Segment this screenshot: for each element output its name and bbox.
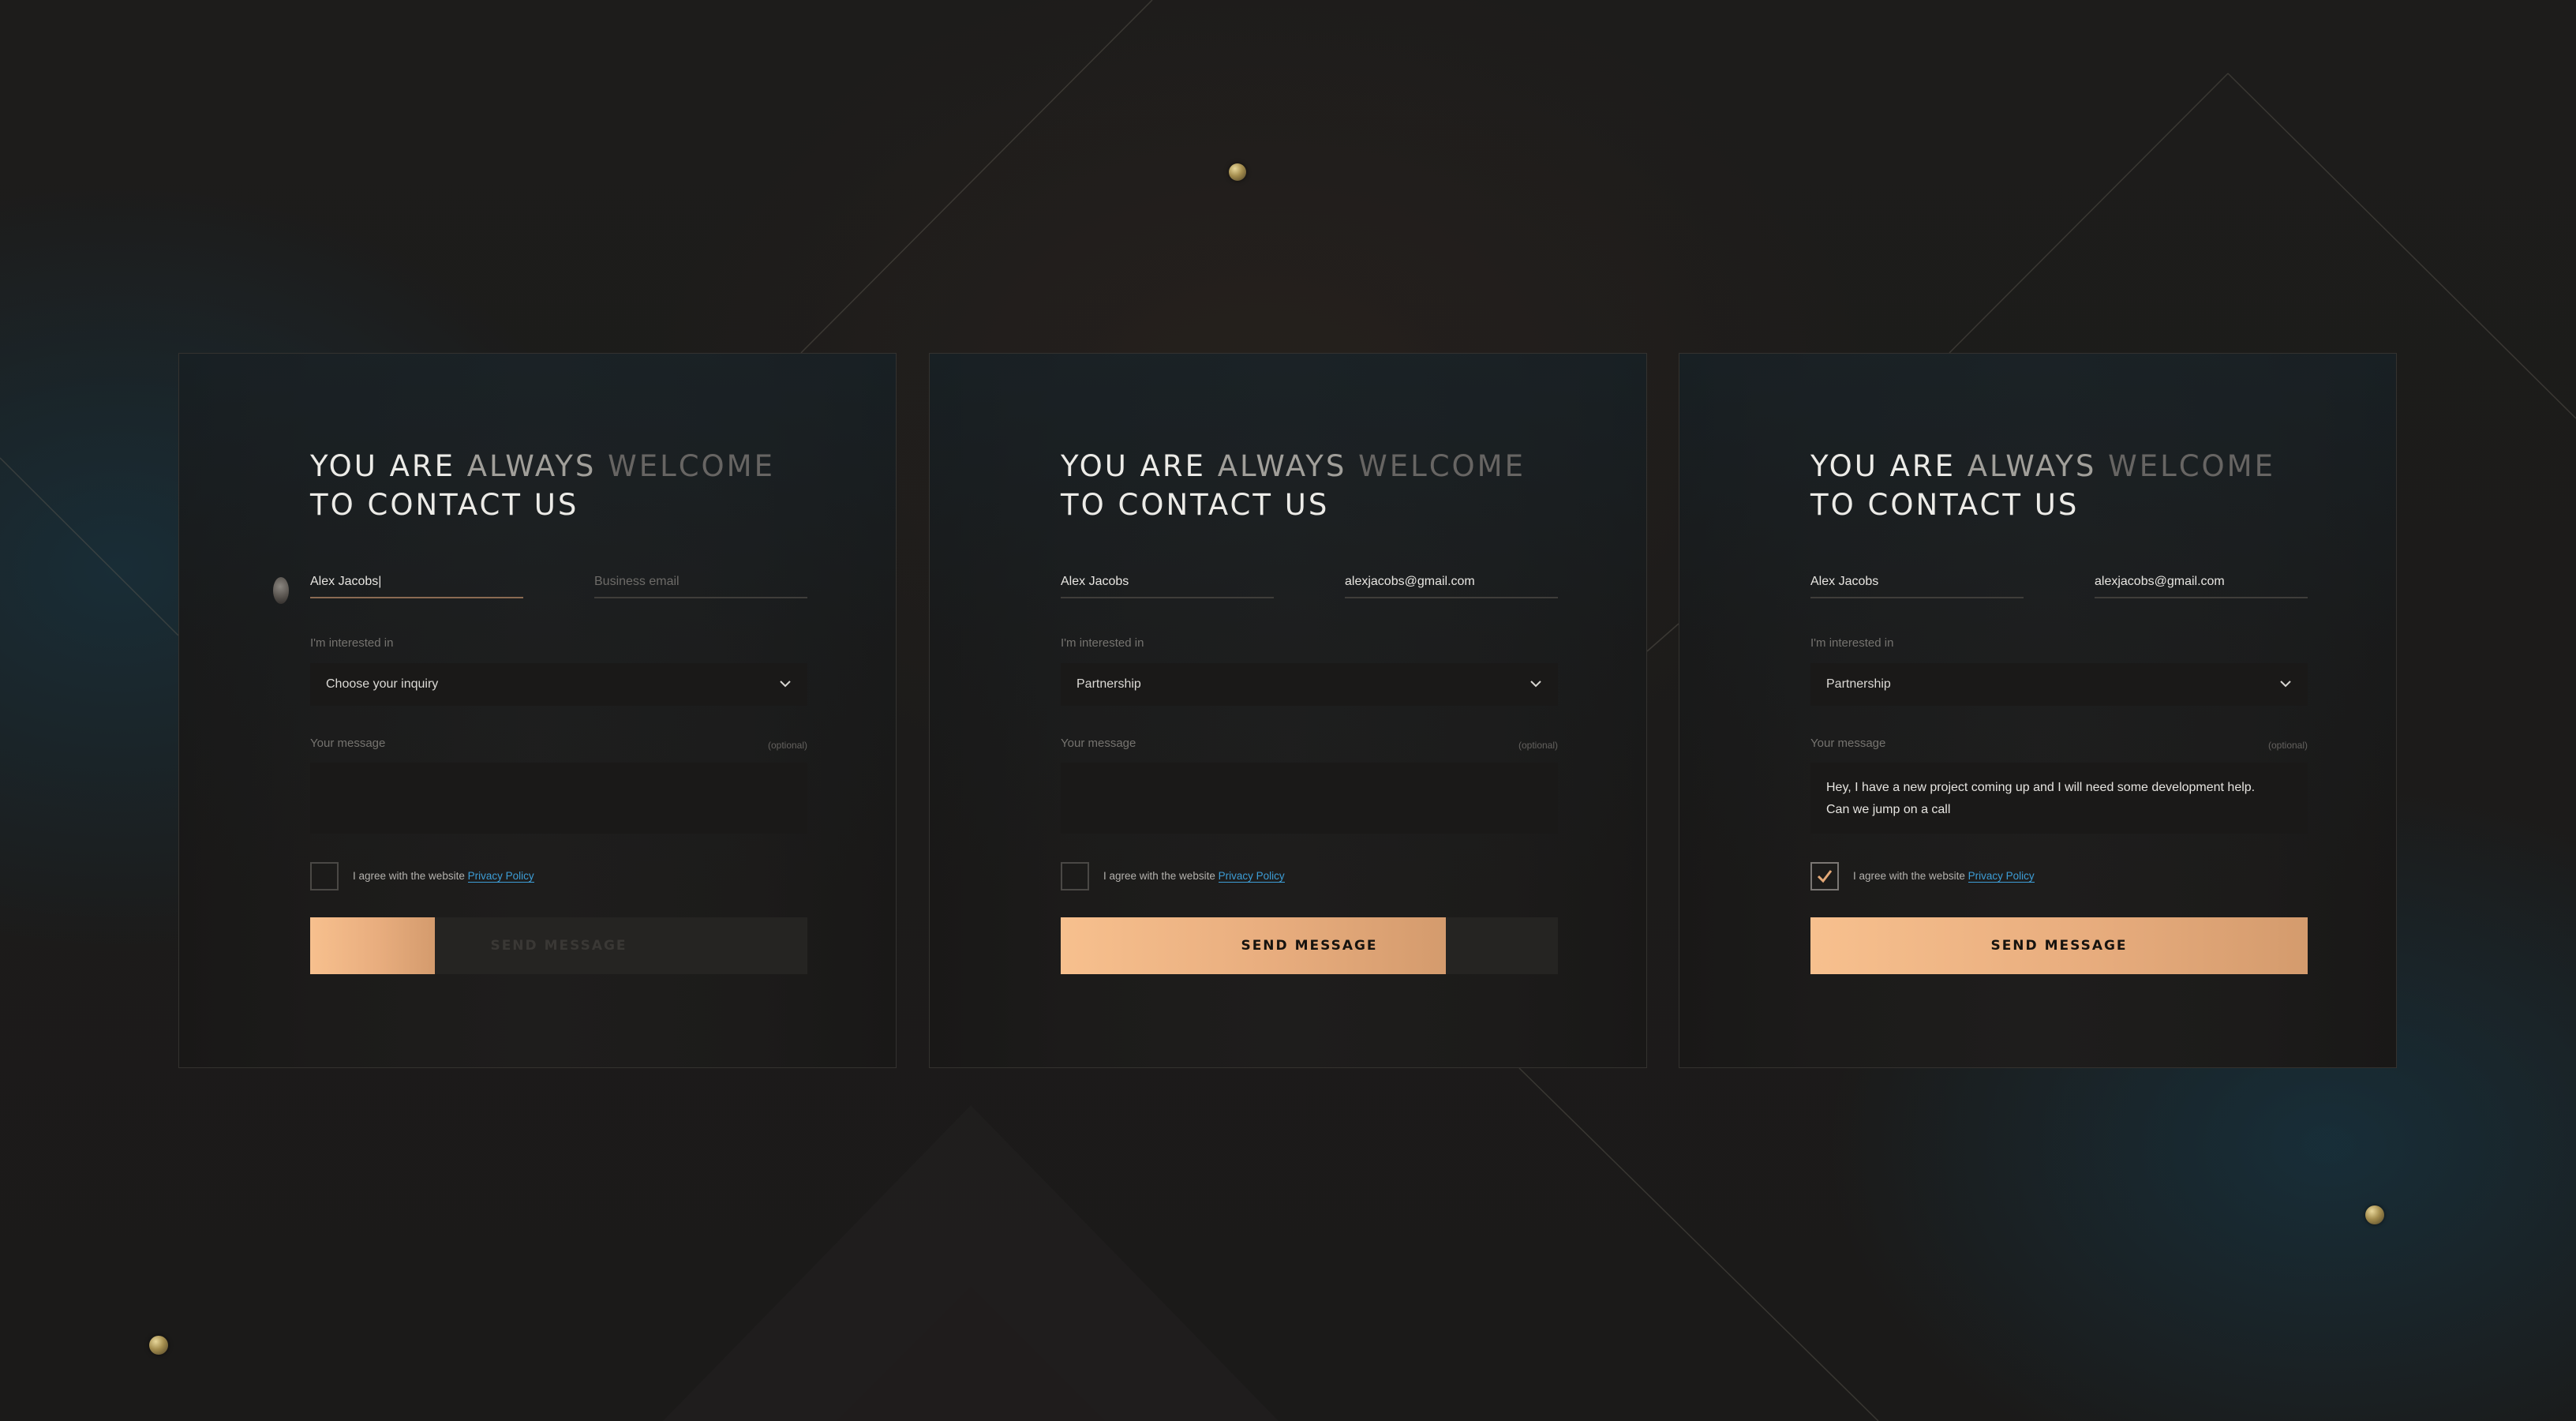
- privacy-checkbox[interactable]: [1061, 862, 1089, 890]
- send-button-label: SEND MESSAGE: [1241, 938, 1378, 954]
- heading-word: ALWAYS: [466, 449, 597, 483]
- agree-label: I agree with the website: [1103, 870, 1215, 882]
- send-message-button[interactable]: SEND MESSAGE: [310, 917, 807, 974]
- email-input[interactable]: [594, 570, 807, 594]
- inquiry-select[interactable]: Partnership: [1061, 663, 1558, 706]
- decorative-orb: [2365, 1205, 2384, 1224]
- message-line: Hey, I have a new project coming up and …: [1826, 781, 2256, 794]
- inquiry-select-value: Partnership: [1826, 677, 1891, 691]
- name-field[interactable]: [1810, 567, 2024, 598]
- heading-word: ALWAYS: [1217, 449, 1347, 483]
- optional-label: (optional): [767, 740, 807, 751]
- heading-word: US: [534, 488, 579, 522]
- heading-line-2: TO CONTACT US: [1810, 486, 2275, 524]
- email-field[interactable]: [594, 567, 807, 598]
- agree-text: I agree with the website Privacy Policy: [1853, 868, 2035, 884]
- heading-word: ALWAYS: [1967, 449, 2097, 483]
- privacy-checkbox[interactable]: [310, 862, 339, 890]
- decorative-orb: [149, 1336, 168, 1355]
- heading-line-2: TO CONTACT US: [310, 486, 775, 524]
- heading-word: ARE: [1889, 449, 1956, 483]
- contact-card: YOU ARE ALWAYS WELCOME TO CONTACT US I'm…: [1679, 353, 2397, 1068]
- message-label: Your message: [1061, 737, 1136, 750]
- message-textarea[interactable]: [310, 763, 807, 834]
- inquiry-select[interactable]: Partnership: [1810, 663, 2308, 706]
- inquiry-select-value: Choose your inquiry: [326, 677, 439, 691]
- inquiry-select-value: Partnership: [1076, 677, 1141, 691]
- heading-line-1: YOU ARE ALWAYS WELCOME: [1061, 447, 1526, 486]
- heading-word: YOU: [1061, 449, 1129, 483]
- send-button-label: SEND MESSAGE: [1990, 938, 2128, 954]
- heading-line-1: YOU ARE ALWAYS WELCOME: [1810, 447, 2275, 486]
- decorative-orb: [1229, 163, 1246, 181]
- message-label: Your message: [310, 737, 386, 750]
- chevron-down-icon: [1530, 681, 1541, 688]
- optional-label: (optional): [2267, 740, 2308, 751]
- message-line: Can we jump on a call: [1826, 803, 1951, 816]
- heading-word: US: [1284, 488, 1330, 522]
- send-button-label: SEND MESSAGE: [490, 938, 627, 954]
- heading-word: TO: [1810, 488, 1856, 522]
- agree-text: I agree with the website Privacy Policy: [353, 868, 534, 884]
- message-textarea[interactable]: [1061, 763, 1558, 834]
- chevron-down-icon: [2280, 681, 2291, 688]
- agree-label: I agree with the website: [1853, 870, 1965, 882]
- contact-heading: YOU ARE ALWAYS WELCOME TO CONTACT US: [1061, 447, 1526, 524]
- name-input[interactable]: [310, 570, 523, 594]
- heading-word: WELCOME: [1358, 449, 1526, 483]
- name-input[interactable]: [1061, 570, 1274, 594]
- heading-word: ARE: [389, 449, 455, 483]
- contact-card: YOU ARE ALWAYS WELCOME TO CONTACT US I'm…: [929, 353, 1647, 1068]
- check-icon: [1817, 870, 1833, 883]
- name-input[interactable]: [1810, 570, 2024, 594]
- send-message-button[interactable]: SEND MESSAGE: [1810, 917, 2308, 974]
- heading-word: WELCOME: [2108, 449, 2275, 483]
- heading-word: US: [2034, 488, 2080, 522]
- user-avatar-cursor-icon: [273, 577, 289, 604]
- heading-word: ARE: [1140, 449, 1206, 483]
- name-field[interactable]: [310, 567, 523, 598]
- message-label: Your message: [1810, 737, 1886, 750]
- agree-label: I agree with the website: [353, 870, 465, 882]
- contact-card: YOU ARE ALWAYS WELCOME TO CONTACT US I'm…: [178, 353, 897, 1068]
- name-field[interactable]: [1061, 567, 1274, 598]
- send-message-button[interactable]: SEND MESSAGE: [1061, 917, 1558, 974]
- heading-word: TO: [1061, 488, 1106, 522]
- chevron-down-icon: [780, 681, 791, 688]
- email-input[interactable]: [1345, 570, 1558, 594]
- email-field[interactable]: [2095, 567, 2308, 598]
- message-textarea[interactable]: Hey, I have a new project coming up and …: [1810, 763, 2308, 834]
- interest-label: I'm interested in: [1061, 636, 1144, 650]
- heading-word: YOU: [1810, 449, 1878, 483]
- privacy-policy-link[interactable]: Privacy Policy: [1968, 870, 2035, 883]
- heading-line-2: TO CONTACT US: [1061, 486, 1526, 524]
- inquiry-select[interactable]: Choose your inquiry: [310, 663, 807, 706]
- privacy-policy-link[interactable]: Privacy Policy: [467, 870, 534, 883]
- optional-label: (optional): [1518, 740, 1558, 751]
- heading-word: WELCOME: [608, 449, 775, 483]
- email-field[interactable]: [1345, 567, 1558, 598]
- heading-word: CONTACT: [367, 488, 522, 522]
- contact-heading: YOU ARE ALWAYS WELCOME TO CONTACT US: [1810, 447, 2275, 524]
- heading-word: TO: [310, 488, 356, 522]
- agree-text: I agree with the website Privacy Policy: [1103, 868, 1285, 884]
- interest-label: I'm interested in: [310, 636, 394, 650]
- privacy-checkbox[interactable]: [1810, 862, 1839, 890]
- privacy-policy-link[interactable]: Privacy Policy: [1218, 870, 1285, 883]
- heading-line-1: YOU ARE ALWAYS WELCOME: [310, 447, 775, 486]
- email-input[interactable]: [2095, 570, 2308, 594]
- interest-label: I'm interested in: [1810, 636, 1894, 650]
- contact-heading: YOU ARE ALWAYS WELCOME TO CONTACT US: [310, 447, 775, 524]
- heading-word: CONTACT: [1867, 488, 2023, 522]
- heading-word: YOU: [310, 449, 378, 483]
- heading-word: CONTACT: [1118, 488, 1273, 522]
